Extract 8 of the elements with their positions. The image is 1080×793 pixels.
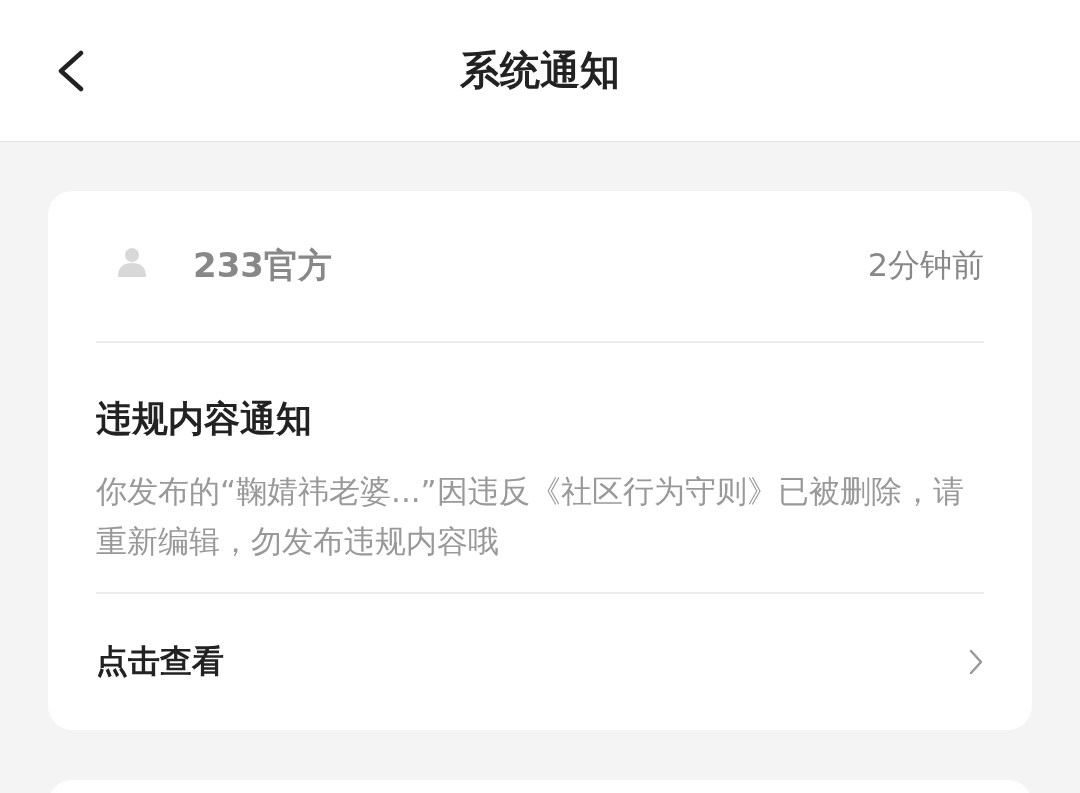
sender-name: 233官方 (193, 244, 332, 287)
view-link[interactable]: 点击查看 (96, 594, 984, 730)
avatar-icon (118, 247, 146, 277)
chevron-icon (968, 648, 984, 676)
page-title: 系统通知 (460, 46, 620, 95)
timestamp: 2分钟前 (867, 245, 984, 286)
notification-title: 违规内容通知 (96, 397, 313, 441)
notification-text: 你发布的“鞠婧祎老婆...”因违反《社区行为守则》已被删除，请重新编辑，勿发布违规内容哦 (96, 466, 984, 594)
